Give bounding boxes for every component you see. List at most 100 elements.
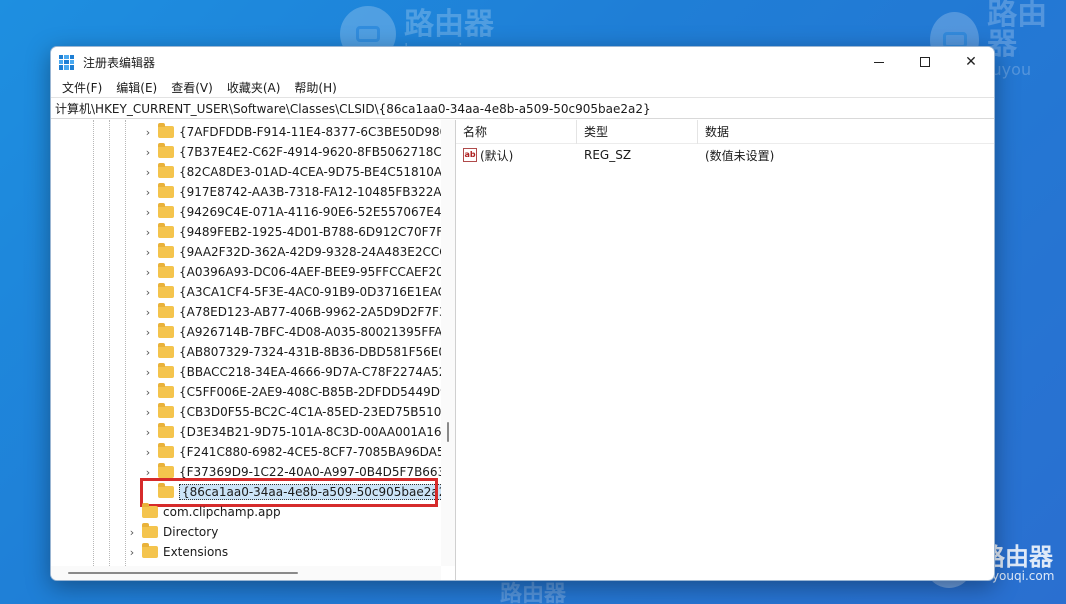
close-icon: ✕ xyxy=(965,54,977,70)
value-row[interactable]: ab (默认) REG_SZ (数值未设置) xyxy=(456,144,994,166)
title-bar[interactable]: 注册表编辑器 ✕ xyxy=(51,47,994,77)
tree-item-extensions[interactable]: › Extensions xyxy=(125,542,228,562)
tree-item-clsid-key[interactable]: › {D3E34B21-9D75-101A-8C3D-00AA001A1652} xyxy=(141,422,455,442)
chevron-right-icon[interactable]: › xyxy=(141,306,155,319)
folder-icon xyxy=(158,203,174,218)
tree-item-label: {BBACC218-34EA-4666-9D7A-C78F2274A524} xyxy=(179,365,456,379)
chevron-right-icon[interactable]: › xyxy=(125,546,139,559)
chevron-right-icon[interactable]: › xyxy=(141,346,155,359)
tree-item-label: {A926714B-7BFC-4D08-A035-80021395FFA8} xyxy=(179,325,456,339)
tree-item-clsid-key[interactable]: › {A926714B-7BFC-4D08-A035-80021395FFA8} xyxy=(141,322,456,342)
tree-item-clsid-key[interactable]: › {7AFDFDDB-F914-11E4-8377-6C3BE50D980C} xyxy=(141,122,456,142)
tree-vertical-scrollbar[interactable] xyxy=(441,120,455,566)
folder-icon xyxy=(142,503,158,518)
chevron-right-icon[interactable]: › xyxy=(141,446,155,459)
chevron-right-icon[interactable]: › xyxy=(141,266,155,279)
scrollbar-thumb[interactable] xyxy=(447,422,449,442)
tree-item-clsid-key[interactable]: › {A0396A93-DC06-4AEF-BEE9-95FFCCAEF20E} xyxy=(141,262,455,282)
tree-item-clsid-key[interactable]: › {917E8742-AA3B-7318-FA12-10485FB322A2} xyxy=(141,182,456,202)
folder-icon xyxy=(158,163,174,178)
chevron-right-icon[interactable]: › xyxy=(141,206,155,219)
menu-view[interactable]: 查看(V) xyxy=(164,79,220,96)
tree-item-clsid-key[interactable]: › {9489FEB2-1925-4D01-B788-6D912C70F7F2} xyxy=(141,222,456,242)
tree-item-label: {F241C880-6982-4CE5-8CF7-7085BA96DA5A} xyxy=(179,445,456,459)
tree-item-clsid-key[interactable]: › {82CA8DE3-01AD-4CEA-9D75-BE4C51810A9E} xyxy=(141,162,456,182)
tree-item-label: {AB807329-7324-431B-8B36-DBD581F56E0B} xyxy=(179,345,456,359)
tree-item-label: com.clipchamp.app xyxy=(163,505,281,519)
chevron-right-icon[interactable]: › xyxy=(141,286,155,299)
chevron-right-icon[interactable]: › xyxy=(141,366,155,379)
chevron-right-icon[interactable]: › xyxy=(141,186,155,199)
key-tree[interactable]: › {7AFDFDDB-F914-11E4-8377-6C3BE50D980C} ›… xyxy=(51,120,456,580)
tree-item-label: {7B37E4E2-C62F-4914-9620-8FB5062718CC} xyxy=(179,145,456,159)
chevron-right-icon[interactable]: › xyxy=(141,386,155,399)
chevron-right-icon[interactable]: › xyxy=(141,226,155,239)
tree-item-clsid-key[interactable]: › {94269C4E-071A-4116-90E6-52E557067E4E} xyxy=(141,202,456,222)
watermark-url-short: luyou xyxy=(987,60,1032,79)
tree-item-label: {A78ED123-AB77-406B-9962-2A5D9D2F7F30} xyxy=(179,305,456,319)
folder-icon xyxy=(158,443,174,458)
column-data[interactable]: 数据 xyxy=(698,120,986,144)
tree-guide-line xyxy=(93,120,94,566)
chevron-right-icon[interactable]: › xyxy=(141,406,155,419)
tree-item-clsid-key[interactable]: › {7B37E4E2-C62F-4914-9620-8FB5062718CC} xyxy=(141,142,456,162)
regedit-app-icon xyxy=(59,54,74,70)
folder-icon xyxy=(158,303,174,318)
tree-item-clsid-key[interactable]: › {F241C880-6982-4CE5-8CF7-7085BA96DA5A} xyxy=(141,442,456,462)
chevron-right-icon[interactable]: › xyxy=(141,246,155,259)
scrollbar-thumb[interactable] xyxy=(68,572,298,574)
chevron-right-icon[interactable]: › xyxy=(141,466,155,479)
tree-item-label: {82CA8DE3-01AD-4CEA-9D75-BE4C51810A9E} xyxy=(179,165,456,179)
chevron-right-icon[interactable]: › xyxy=(141,166,155,179)
tree-horizontal-scrollbar[interactable] xyxy=(51,566,441,580)
tree-item-clsid-key[interactable]: › {A78ED123-AB77-406B-9962-2A5D9D2F7F30} xyxy=(141,302,456,322)
tree-item-label: {917E8742-AA3B-7318-FA12-10485FB322A2} xyxy=(179,185,456,199)
close-button[interactable]: ✕ xyxy=(948,47,994,77)
folder-icon xyxy=(142,523,158,538)
tree-item-label: {F37369D9-1C22-40A0-A997-0B4D5F7B6637} xyxy=(179,465,456,479)
column-name[interactable]: 名称 xyxy=(456,119,577,144)
tree-item-clsid-key[interactable]: › {AB807329-7324-431B-8B36-DBD581F56E0B} xyxy=(141,342,456,362)
value-type: REG_SZ xyxy=(584,148,632,162)
tree-item-label: Extensions xyxy=(163,545,229,559)
folder-icon xyxy=(158,463,174,478)
tree-item-clsid-key[interactable]: › {A3CA1CF4-5F3E-4AC0-91B9-0D3716E1EAC3} xyxy=(141,282,456,302)
tree-item-clsid-key[interactable]: › {CB3D0F55-BC2C-4C1A-85ED-23ED75B5106B} xyxy=(141,402,456,422)
chevron-right-icon[interactable]: › xyxy=(141,326,155,339)
chevron-right-icon[interactable]: › xyxy=(125,526,139,539)
tree-item-clipchamp[interactable]: com.clipchamp.app xyxy=(125,502,281,522)
menu-file[interactable]: 文件(F) xyxy=(55,79,109,96)
tree-item-label: {94269C4E-071A-4116-90E6-52E557067E4E} xyxy=(179,205,456,219)
maximize-button[interactable] xyxy=(902,47,948,77)
menu-favorites[interactable]: 收藏夹(A) xyxy=(220,79,288,96)
tree-item-label: {CB3D0F55-BC2C-4C1A-85ED-23ED75B5106B} xyxy=(179,405,456,419)
tree-item-clsid-key[interactable]: › {9AA2F32D-362A-42D9-9328-24A483E2CCC3} xyxy=(141,242,455,262)
tree-guide-line xyxy=(125,120,126,566)
values-list[interactable]: 名称 类型 数据 ab (默认) REG_SZ (数值未设置) xyxy=(456,119,994,580)
window-title: 注册表编辑器 xyxy=(83,55,156,70)
chevron-right-icon[interactable]: › xyxy=(141,146,155,159)
tree-item-label: {C5FF006E-2AE9-408C-B85B-2DFDD5449D9C} xyxy=(179,385,456,399)
tree-item-clsid-key[interactable]: › {C5FF006E-2AE9-408C-B85B-2DFDD5449D9C} xyxy=(141,382,456,402)
tree-item-label: {9489FEB2-1925-4D01-B788-6D912C70F7F2} xyxy=(179,225,456,239)
column-type[interactable]: 类型 xyxy=(577,119,698,144)
tree-item-directory[interactable]: › Directory xyxy=(125,522,218,542)
menu-help[interactable]: 帮助(H) xyxy=(287,79,343,96)
folder-icon xyxy=(158,283,174,298)
folder-icon xyxy=(158,383,174,398)
folder-icon xyxy=(158,323,174,338)
tree-item-label: {A3CA1CF4-5F3E-4AC0-91B9-0D3716E1EAC3} xyxy=(179,285,456,299)
folder-icon xyxy=(158,223,174,238)
tree-item-clsid-key[interactable]: › {BBACC218-34EA-4666-9D7A-C78F2274A524} xyxy=(141,362,456,382)
menu-edit[interactable]: 编辑(E) xyxy=(109,79,164,96)
chevron-right-icon[interactable]: › xyxy=(141,126,155,139)
minimize-button[interactable] xyxy=(856,47,902,77)
chevron-right-icon[interactable]: › xyxy=(141,426,155,439)
maximize-icon xyxy=(920,57,930,67)
folder-icon xyxy=(142,543,158,558)
watermark-bottom: 路由器 xyxy=(500,584,566,604)
tree-item-label: {7AFDFDDB-F914-11E4-8377-6C3BE50D980C} xyxy=(179,125,456,139)
string-value-icon: ab xyxy=(463,148,477,162)
minimize-icon xyxy=(874,61,884,63)
address-bar[interactable]: 计算机\HKEY_CURRENT_USER\Software\Classes\C… xyxy=(51,97,994,119)
